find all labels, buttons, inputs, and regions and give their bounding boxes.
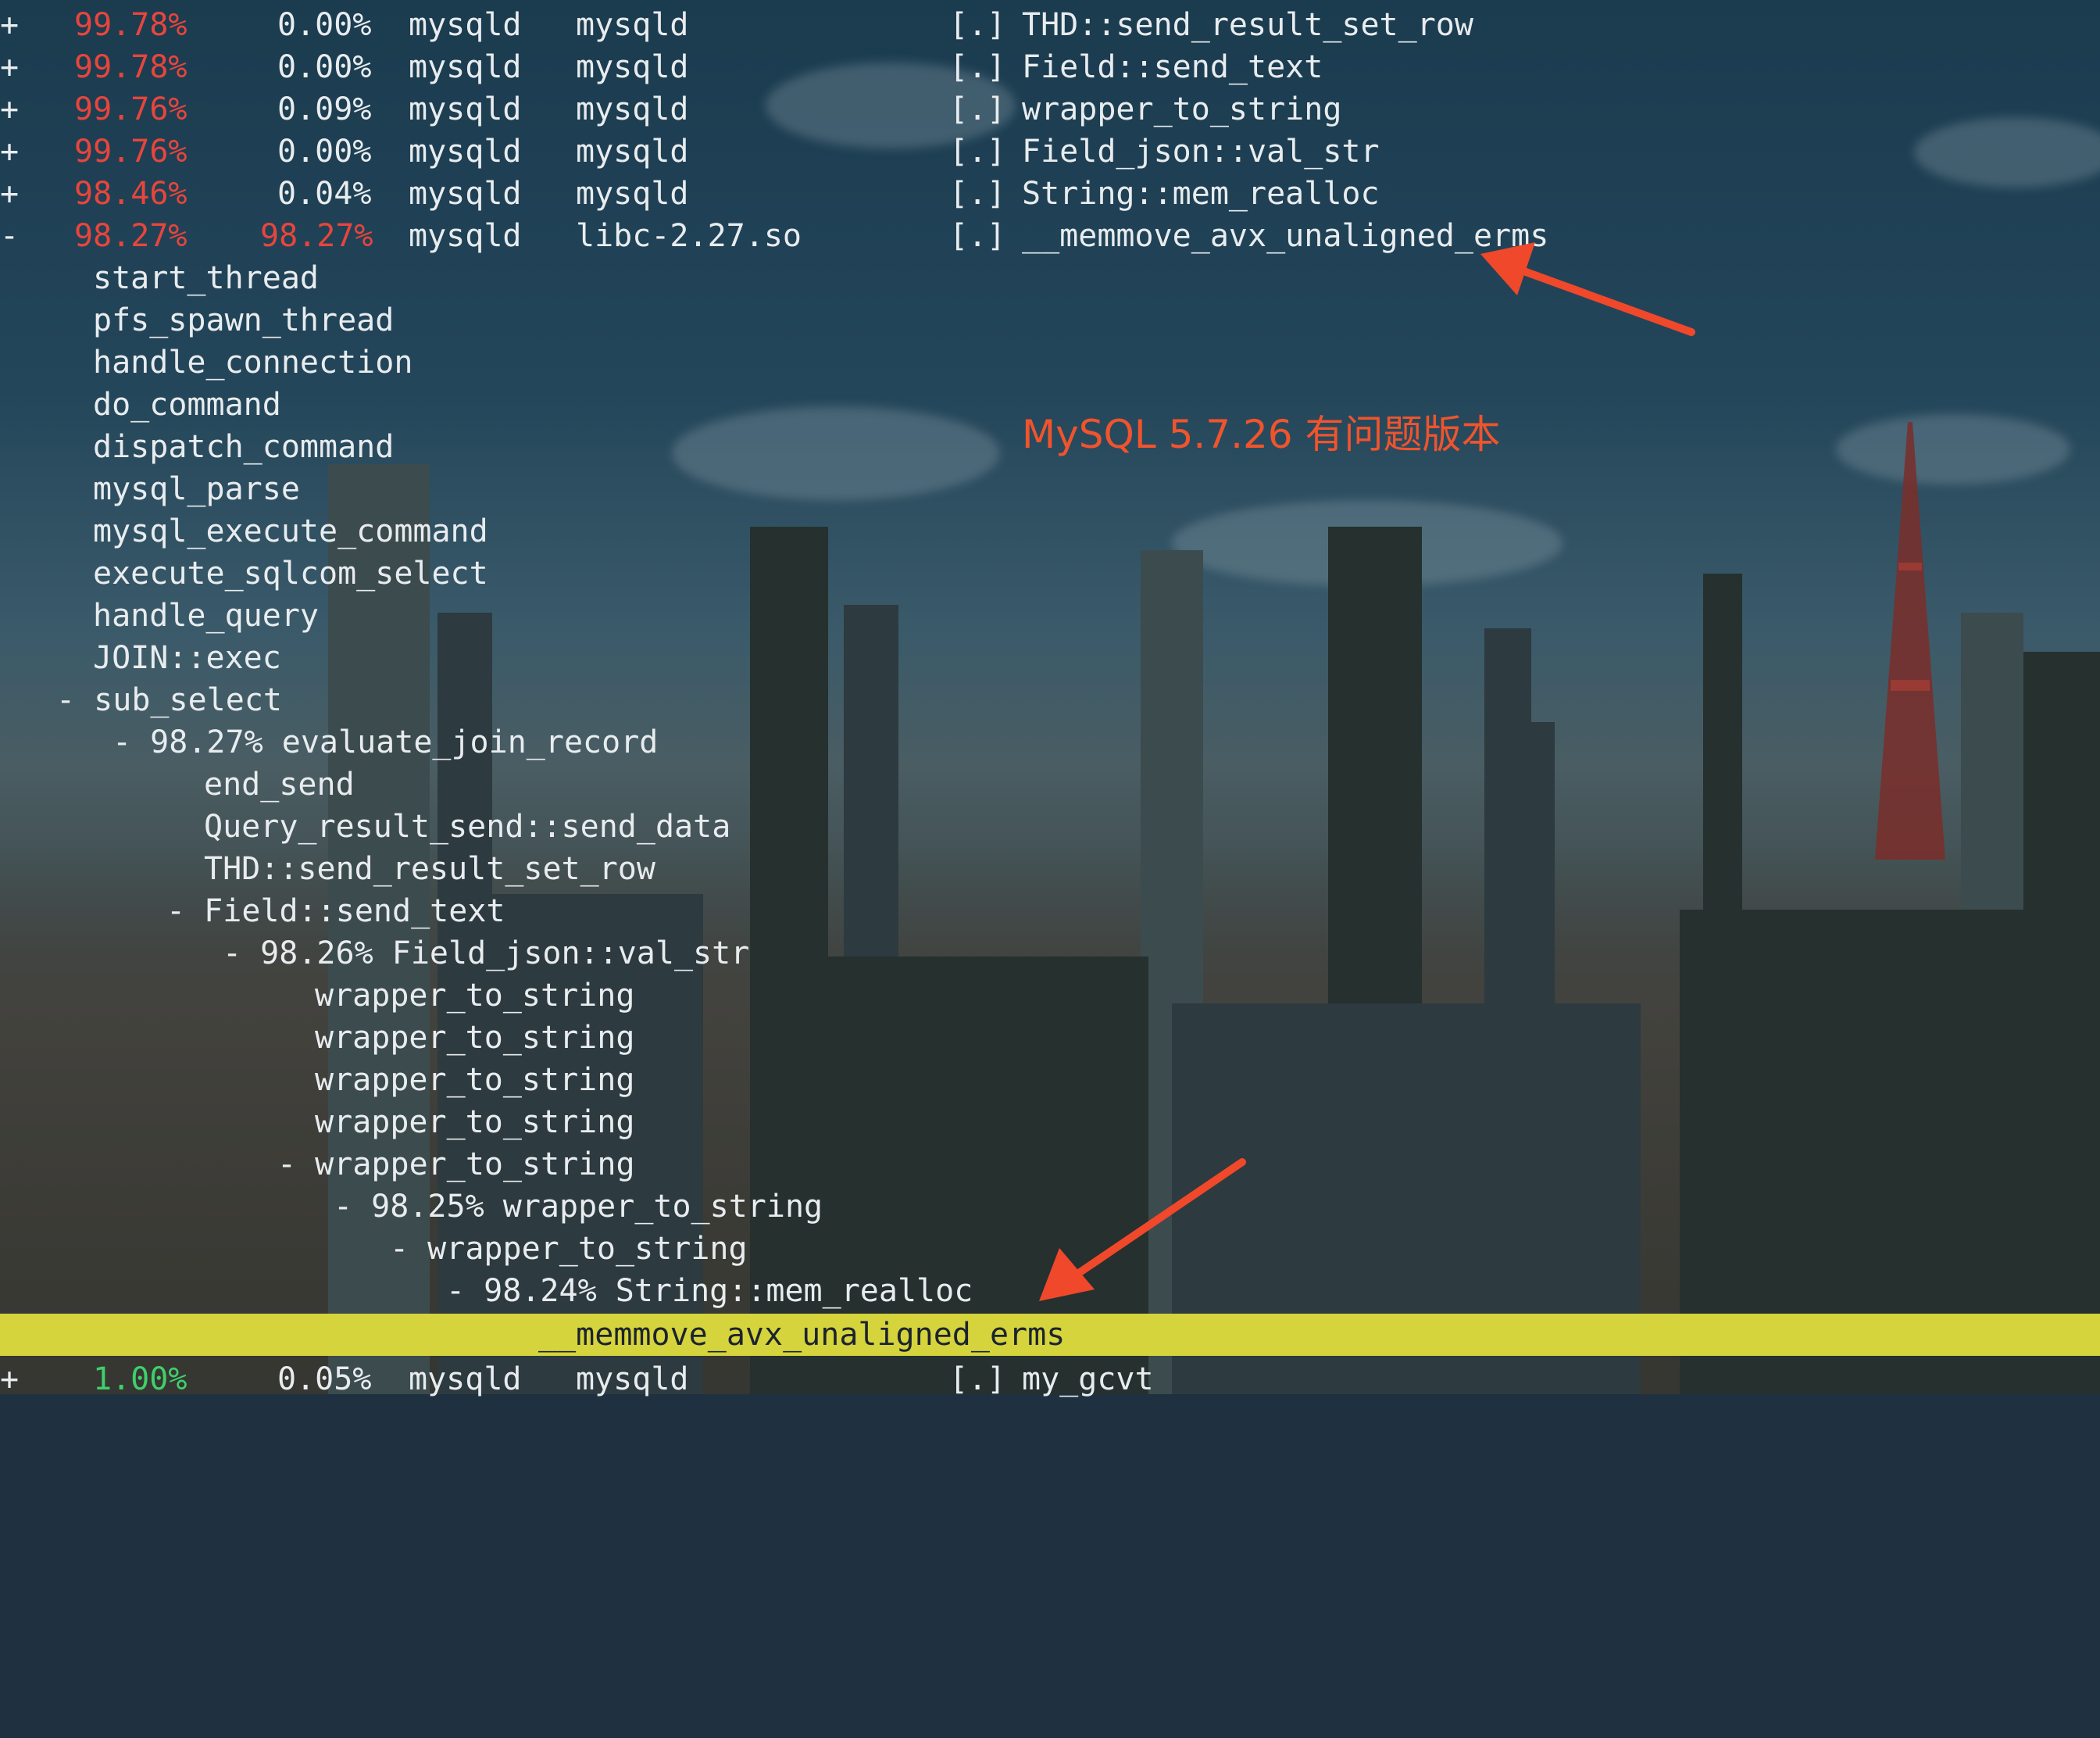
arrow-pointer-icon [1039, 1158, 1246, 1301]
annotation-arrows [1039, 242, 1695, 1301]
perf-report-terminal: + 99.78% 0.00% mysqld mysqld [.] THD::se… [0, 0, 2100, 1397]
arrow-pointer-icon [1480, 242, 1695, 336]
